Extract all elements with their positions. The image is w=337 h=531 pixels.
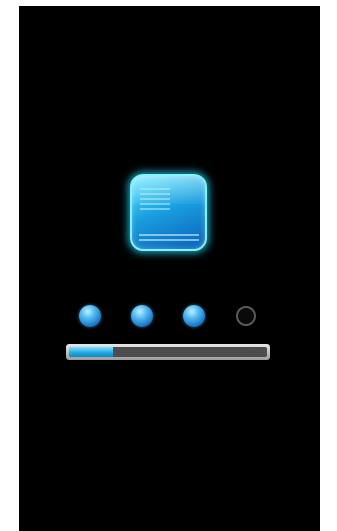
progress-fill (69, 347, 113, 357)
icon-caption-lines (139, 231, 199, 241)
step-indicator (19, 305, 320, 329)
loading-screen (19, 6, 320, 531)
step-dot-1 (79, 305, 101, 327)
step-dot-2 (131, 305, 153, 327)
terminal-app-icon (130, 174, 207, 251)
step-dot-4 (236, 306, 256, 326)
icon-text-lines (140, 188, 170, 213)
loading-progress-bar (66, 344, 270, 360)
progress-track (69, 347, 267, 357)
step-dot-3 (183, 305, 205, 327)
